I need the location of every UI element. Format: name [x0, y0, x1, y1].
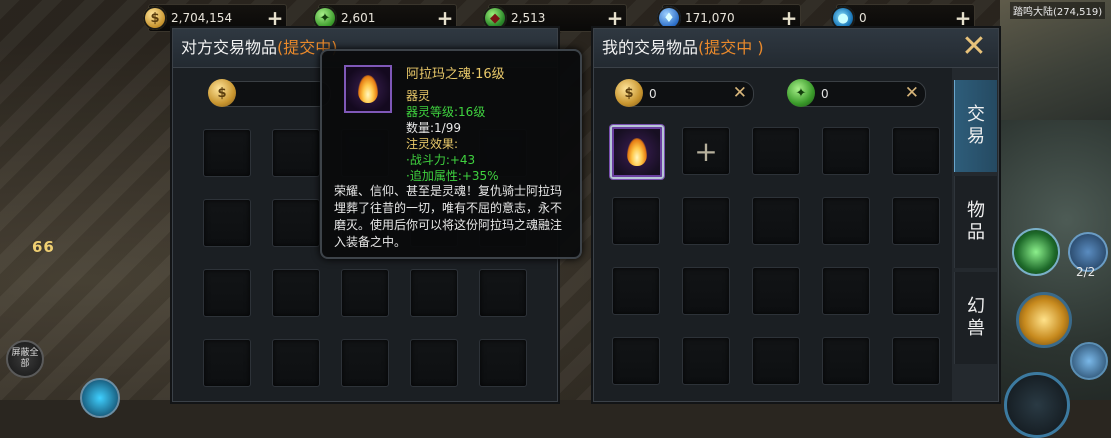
tab-beasts-label-bottom: 兽 — [967, 318, 985, 339]
skill-page-indicator: 2/2 — [1076, 265, 1096, 279]
trade-slot — [203, 199, 251, 247]
red-gem-icon: ◆ — [483, 6, 507, 30]
trade-slot — [272, 199, 320, 247]
blue-orb-icon: ● — [831, 6, 855, 30]
add-crystal-button[interactable]: + — [778, 6, 800, 30]
trade-side-tabs: 交 易 物 品 幻 兽 — [954, 80, 997, 368]
my-gold-field[interactable]: $ 0 ✕ — [615, 79, 754, 107]
trade-slot[interactable] — [752, 267, 800, 315]
mask-all-button[interactable]: 屏蔽全部 — [6, 340, 44, 378]
gold-coin-icon: $ — [208, 79, 236, 107]
add-item-slot[interactable]: + — [682, 127, 730, 175]
currency-crystal-value: 171,070 — [685, 11, 735, 25]
my-gold-value: 0 — [649, 87, 657, 101]
my-jade-field[interactable]: ✦ 0 ✕ — [787, 79, 926, 107]
my-trade-title: 我的交易物品 — [602, 38, 699, 57]
trade-slot[interactable] — [612, 267, 660, 315]
trade-slot — [479, 339, 527, 387]
jade-icon: ✦ — [313, 6, 337, 30]
tab-items[interactable]: 物 品 — [954, 176, 997, 268]
trade-slot[interactable] — [682, 197, 730, 245]
trade-slot[interactable] — [822, 337, 870, 385]
trade-slot[interactable] — [892, 267, 940, 315]
tooltip-effect-title: 注灵效果: — [406, 137, 459, 151]
soul-flame-icon — [624, 136, 650, 168]
trade-slot[interactable] — [822, 197, 870, 245]
my-trade-state: (提交中 ) — [698, 38, 764, 57]
add-jade-button[interactable]: + — [434, 6, 456, 30]
trade-slot — [410, 269, 458, 317]
trade-slot — [272, 339, 320, 387]
trade-slot[interactable] — [892, 337, 940, 385]
trade-slot[interactable] — [682, 337, 730, 385]
trade-slot[interactable] — [752, 337, 800, 385]
my-trade-panel: 我的交易物品(提交中 ) ✕ $ 0 ✕ ✦ 0 ✕ + — [593, 28, 999, 402]
my-jade-value: 0 — [821, 87, 829, 101]
item-tooltip: 阿拉玛之魂·16级 器灵 器灵等级:16级 数量:1/99 注灵效果: ·战斗力… — [320, 49, 582, 259]
trade-slot — [341, 269, 389, 317]
trade-slot[interactable] — [752, 197, 800, 245]
tab-beasts-label-top: 幻 — [967, 296, 985, 317]
trade-slot[interactable] — [682, 267, 730, 315]
soul-flame-icon — [344, 65, 392, 113]
tab-trade-label-bottom: 易 — [967, 126, 985, 147]
other-trade-title: 对方交易物品 — [181, 38, 278, 57]
other-gold-field: $ — [208, 79, 331, 107]
trade-slot — [272, 269, 320, 317]
map-name-label: 踏鸣大陆(274,519) — [1010, 2, 1106, 19]
tab-trade[interactable]: 交 易 — [954, 80, 997, 172]
clear-jade-icon[interactable]: ✕ — [905, 83, 919, 103]
trade-slot — [341, 339, 389, 387]
tab-items-label-top: 物 — [967, 200, 985, 221]
add-blue-orb-button[interactable]: + — [952, 6, 974, 30]
currency-gold-value: 2,704,154 — [171, 11, 233, 25]
tab-trade-label-top: 交 — [967, 104, 985, 125]
tooltip-item-level: 器灵等级:16级 — [406, 105, 486, 119]
trade-item-slot[interactable] — [610, 125, 664, 179]
trade-slot[interactable] — [892, 127, 940, 175]
trade-slot — [272, 129, 320, 177]
tooltip-item-type: 器灵 — [406, 89, 431, 103]
close-button[interactable]: ✕ — [958, 31, 990, 63]
trade-slot[interactable] — [752, 127, 800, 175]
main-attack-button[interactable] — [1016, 292, 1072, 348]
trade-slot — [203, 269, 251, 317]
tab-items-label-bottom: 品 — [967, 222, 985, 243]
gold-coin-icon: $ — [143, 6, 167, 30]
currency-blue-orb-value: 0 — [859, 11, 867, 25]
trade-slot — [410, 339, 458, 387]
trade-slot[interactable] — [822, 127, 870, 175]
currency-red-gem-value: 2,513 — [511, 11, 546, 25]
tooltip-description: 荣耀、信仰、甚至是灵魂！复仇骑士阿拉玛埋葬了往昔的一切，唯有不屈的意志，永不磨灭… — [334, 184, 563, 249]
player-level: 66 — [32, 238, 55, 256]
trade-slot — [203, 129, 251, 177]
trade-slot[interactable] — [822, 267, 870, 315]
currency-jade-value: 2,601 — [341, 11, 376, 25]
crystal-icon: ♦ — [657, 6, 681, 30]
add-gold-button[interactable]: + — [264, 6, 286, 30]
skill-button-left[interactable] — [80, 378, 120, 418]
skill-button-bottom[interactable] — [1070, 342, 1108, 380]
tooltip-effect-1: ·战斗力:+43 — [406, 153, 476, 167]
tooltip-item-name: 阿拉玛之魂·16级 — [406, 67, 505, 82]
gold-coin-icon: $ — [615, 79, 643, 107]
trade-slot — [479, 269, 527, 317]
trade-slot[interactable] — [892, 197, 940, 245]
trade-slot — [203, 339, 251, 387]
tooltip-item-quantity: 数量:1/99 — [406, 121, 461, 135]
add-red-gem-button[interactable]: + — [604, 6, 626, 30]
skill-button-green[interactable] — [1012, 228, 1060, 276]
my-trade-header: 我的交易物品(提交中 ) — [594, 29, 998, 68]
trade-slot[interactable] — [612, 337, 660, 385]
clear-gold-icon[interactable]: ✕ — [733, 83, 747, 103]
joystick-ring[interactable] — [1004, 372, 1070, 438]
trade-slot[interactable] — [612, 197, 660, 245]
jade-icon: ✦ — [787, 79, 815, 107]
tooltip-effect-2: ·追加属性:+35% — [406, 169, 499, 183]
tab-beasts[interactable]: 幻 兽 — [954, 272, 997, 364]
